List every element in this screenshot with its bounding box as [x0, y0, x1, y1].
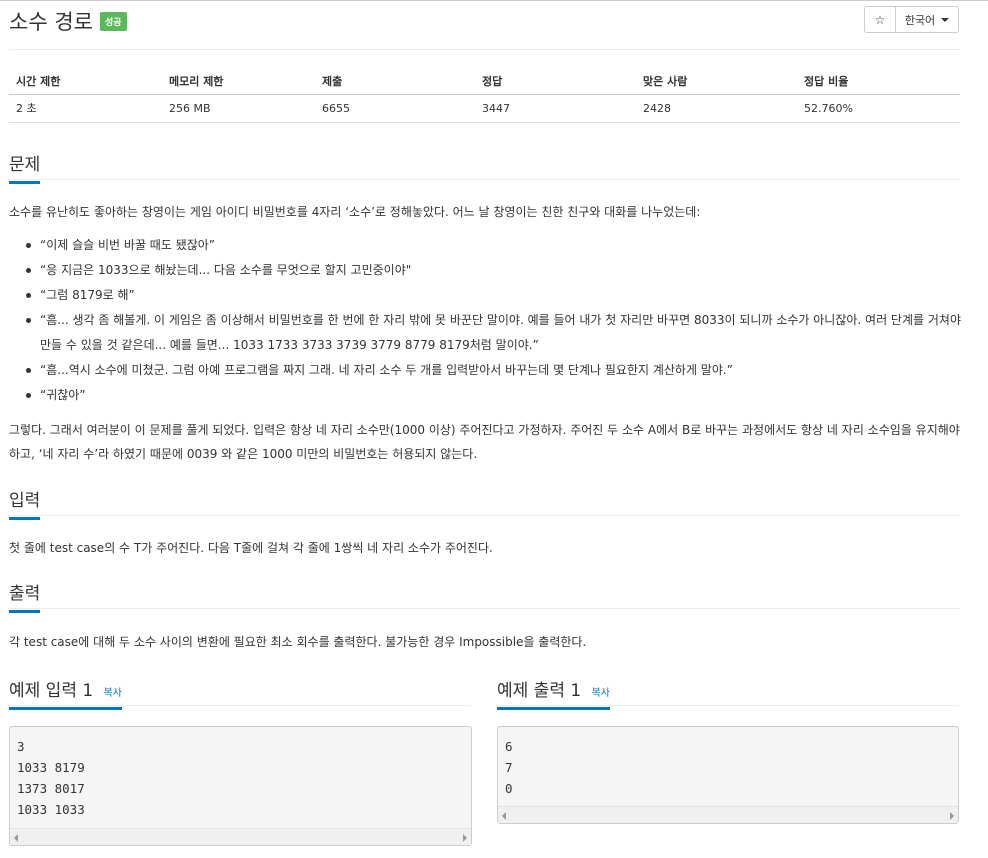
sample-input-lines: 3 1033 8179 1373 8017 1033 1033: [10, 727, 471, 820]
title-divider: [9, 49, 960, 50]
problem-title-row: 소수 경로 성공: [9, 6, 127, 36]
section-rule: [497, 705, 959, 706]
star-icon: ☆: [874, 12, 886, 27]
page-title: 소수 경로: [9, 10, 93, 34]
info-solvers: 2428: [636, 94, 797, 123]
section-rule: [9, 515, 960, 516]
list-item: “귀찮아”: [26, 383, 961, 408]
info-submissions: 6655: [315, 94, 475, 123]
scroll-right-icon[interactable]: [950, 812, 954, 820]
sample-input-heading: 예제 입력 1 복사: [9, 676, 471, 710]
sample-output-line: 7: [505, 760, 513, 775]
info-header-memory-limit: 메모리 제한: [162, 68, 315, 95]
sample-input-line: 1033 1033: [17, 802, 85, 817]
sample-input-title: 예제 입력 1: [9, 681, 94, 701]
scroll-left-icon[interactable]: [14, 834, 18, 842]
language-dropdown[interactable]: 한국어: [896, 6, 959, 33]
section-rule: [9, 608, 960, 609]
info-ratio: 52.760%: [797, 94, 960, 123]
horizontal-scrollbar[interactable]: [498, 806, 958, 823]
dialogue-list: “이제 슬슬 비번 바꿀 때도 됐잖아” “응 지금은 1033으로 해놨는데.…: [26, 233, 961, 408]
sample-output-heading: 예제 출력 1 복사: [497, 676, 959, 710]
section-rule: [9, 179, 960, 180]
horizontal-scrollbar[interactable]: [10, 828, 471, 845]
problem-closing-text: 그렇다. 그래서 여러분이 이 문제를 풀게 되었다. 입력은 항상 네 자리 …: [9, 423, 960, 461]
output-description: 각 test case에 대해 두 소수 사이의 변환에 필요한 최소 회수를 …: [9, 635, 587, 649]
info-memory-limit: 256 MB: [162, 94, 315, 123]
sample-input-line: 1373 8017: [17, 781, 85, 796]
language-label: 한국어: [904, 13, 936, 27]
info-header-solvers: 맞은 사람: [636, 68, 797, 95]
copy-input-button[interactable]: 복사: [104, 688, 122, 699]
info-time-limit: 2 초: [9, 94, 162, 123]
output-section-heading: 출력: [9, 579, 960, 613]
scroll-right-icon[interactable]: [463, 834, 467, 842]
input-description: 첫 줄에 test case의 수 T가 주어진다. 다음 T줄에 걸쳐 각 줄…: [9, 541, 493, 555]
problem-intro-text: 소수를 유난히도 좋아하는 창영이는 게임 아이디 비밀번호를 4자리 ‘소수’…: [9, 205, 701, 219]
sample-output-lines: 6 7 0: [498, 727, 958, 799]
list-item: “이제 슬슬 비번 바꿀 때도 됐잖아”: [26, 233, 961, 258]
caret-down-icon: [941, 17, 950, 22]
list-item: “흠...역시 소수에 미쳤군. 그럼 아예 프로그램을 짜지 그래. 네 자리…: [26, 358, 961, 383]
input-section-heading: 입력: [9, 486, 960, 520]
copy-output-button[interactable]: 복사: [592, 688, 610, 699]
list-item: “응 지금은 1033으로 해놨는데... 다음 소수를 무엇으로 할지 고민중…: [26, 258, 961, 283]
sample-input-box[interactable]: 3 1033 8179 1373 8017 1033 1033: [9, 726, 472, 846]
sample-input-line: 1033 8179: [17, 760, 85, 775]
sample-output-line: 0: [505, 781, 513, 796]
info-header-accepted: 정답: [475, 68, 636, 95]
section-rule: [9, 705, 471, 706]
info-accepted: 3447: [475, 94, 636, 123]
info-table-header-row: 시간 제한 메모리 제한 제출 정답 맞은 사람 정답 비율: [9, 68, 960, 95]
info-header-submissions: 제출: [315, 68, 475, 95]
header-button-group: ☆ 한국어: [864, 6, 959, 33]
top-border: [0, 0, 988, 1]
sample-output-box[interactable]: 6 7 0: [497, 726, 959, 824]
status-badge: 성공: [99, 11, 127, 31]
star-button[interactable]: ☆: [864, 6, 896, 33]
list-item: “그럼 8179로 해”: [26, 283, 961, 308]
sample-input-line: 3: [17, 739, 25, 754]
info-header-time-limit: 시간 제한: [9, 68, 162, 95]
info-table-row: 2 초 256 MB 6655 3447 2428 52.760%: [9, 94, 960, 123]
scroll-left-icon[interactable]: [502, 812, 506, 820]
info-header-ratio: 정답 비율: [797, 68, 960, 95]
sample-output-line: 6: [505, 739, 513, 754]
sample-output-title: 예제 출력 1: [497, 681, 582, 701]
problem-info-table: 시간 제한 메모리 제한 제출 정답 맞은 사람 정답 비율 2 초 256 M…: [9, 68, 960, 123]
list-item: “흠... 생각 좀 해볼게. 이 게임은 좀 이상해서 비밀번호를 한 번에 …: [26, 308, 961, 358]
problem-section-heading: 문제: [9, 150, 960, 184]
